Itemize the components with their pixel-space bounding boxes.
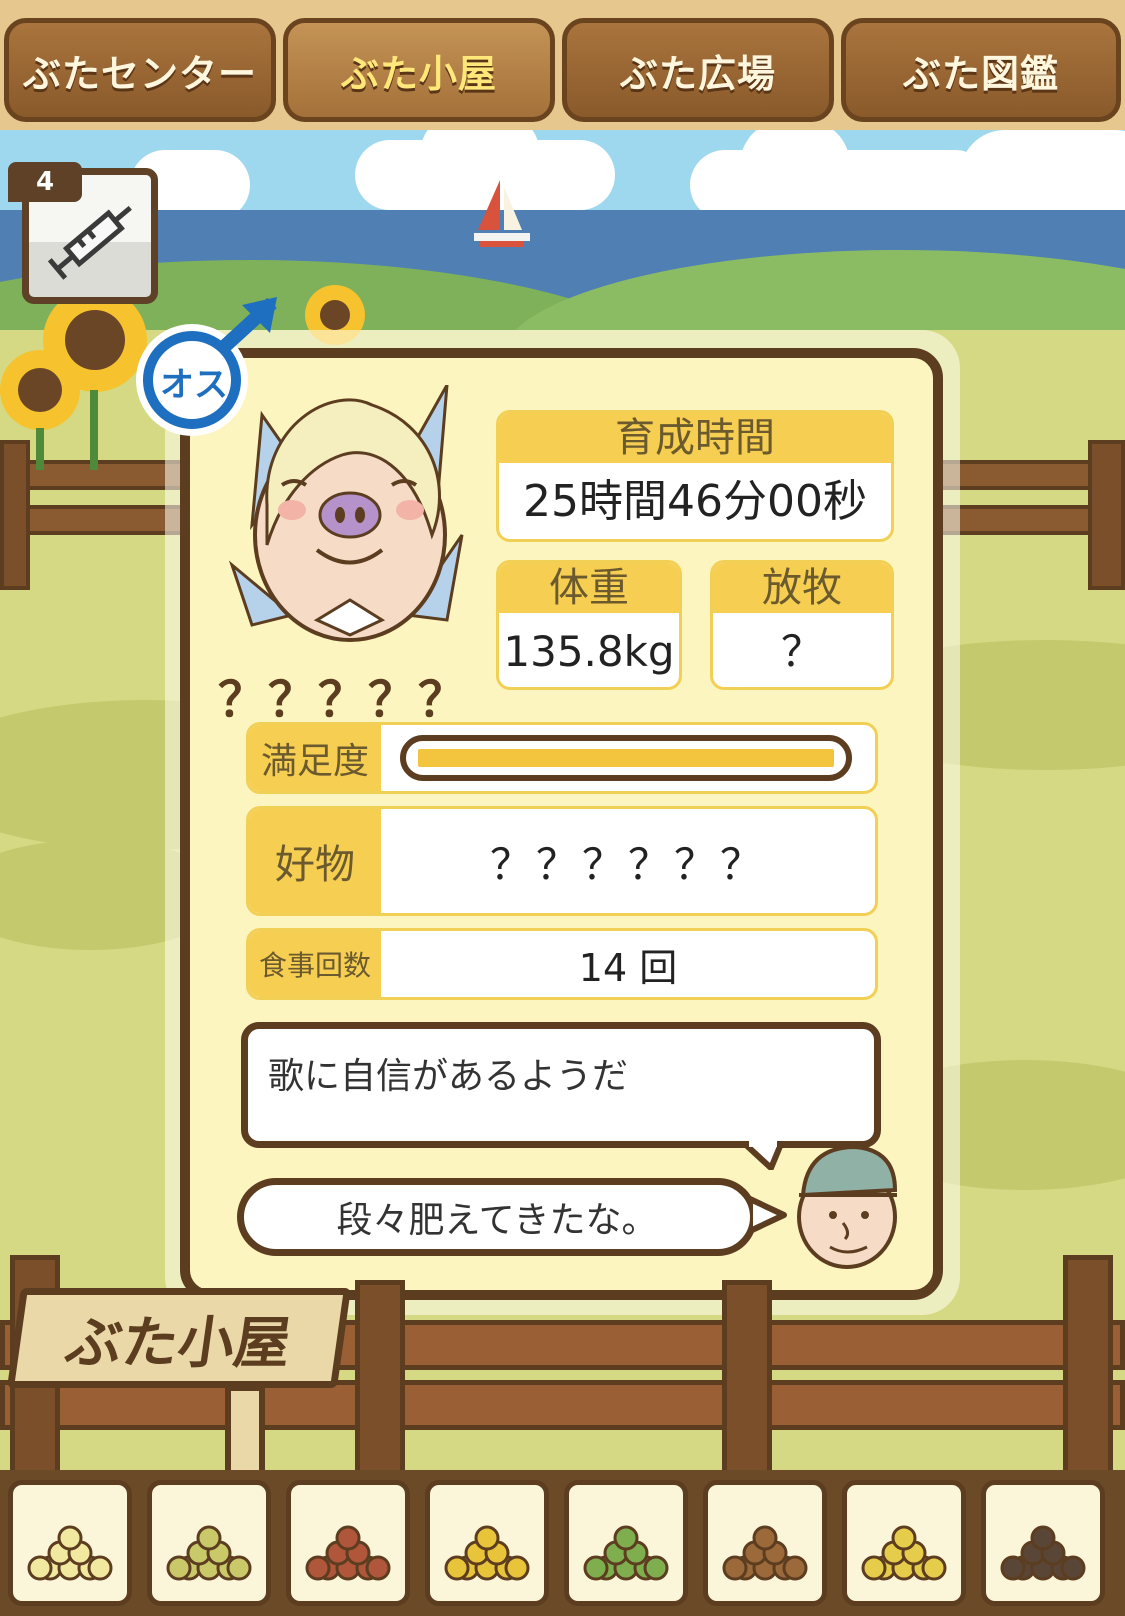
growth-time-label: 育成時間 xyxy=(499,413,891,463)
tab-buta-hut[interactable]: ぶた小屋 xyxy=(283,18,555,122)
food-slot[interactable] xyxy=(147,1480,271,1606)
graze-value: ？ xyxy=(780,627,823,676)
weight-box: 体重 135.8kg xyxy=(496,560,682,690)
food-slot[interactable] xyxy=(425,1480,549,1606)
vegetables-icon xyxy=(583,1525,669,1581)
food-slot[interactable] xyxy=(703,1480,827,1606)
soybeans-icon xyxy=(27,1525,113,1581)
pig-name: ？？？？？ xyxy=(218,672,469,728)
tab-buta-plaza[interactable]: ぶた広場 xyxy=(562,18,834,122)
satisfaction-bar-fill xyxy=(418,749,834,767)
farmer-avatar xyxy=(797,1144,898,1269)
satisfaction-label: 満足度 xyxy=(249,725,381,791)
favorite-value: ？？？？？？ xyxy=(489,839,766,889)
food-slot[interactable] xyxy=(842,1480,966,1606)
corn-icon xyxy=(444,1525,530,1581)
food-slot[interactable] xyxy=(8,1480,132,1606)
truffles-icon xyxy=(1000,1525,1086,1581)
acorns-icon xyxy=(722,1525,808,1581)
weight-value: 135.8kg xyxy=(503,627,675,676)
pig-portrait xyxy=(228,385,464,642)
tab-buta-center[interactable]: ぶたセンター xyxy=(4,18,276,122)
grain-plate-icon xyxy=(861,1525,947,1581)
comment-bubble-tail xyxy=(745,1140,784,1170)
item-count-badge: 4 xyxy=(8,162,82,202)
mixed-beans-icon xyxy=(166,1525,252,1581)
graze-box: 放牧 ？ xyxy=(710,560,894,690)
top-nav: ぶたセンター ぶた小屋 ぶた広場 ぶた図鑑 xyxy=(0,0,1125,130)
growth-time-value: 25時間46分00秒 xyxy=(523,476,867,527)
speech-bubble-tail xyxy=(750,1196,787,1234)
favorite-label: 好物 xyxy=(249,809,381,913)
pig-comment-bubble: 歌に自信があるようだ xyxy=(241,1022,881,1148)
farmer-speech-bubble: 段々肥えてきたな。 xyxy=(237,1178,757,1256)
food-slot[interactable] xyxy=(286,1480,410,1606)
tab-buta-encyclopedia[interactable]: ぶた図鑑 xyxy=(841,18,1121,122)
location-sign-label: ぶた小屋 xyxy=(61,1310,295,1376)
favorite-row: 好物 ？？？？？？ xyxy=(246,806,878,916)
farmer-speech: 段々肥えてきたな。 xyxy=(336,1200,658,1241)
growth-time-box: 育成時間 25時間46分00秒 xyxy=(496,410,894,542)
meals-value: 14 回 xyxy=(578,945,678,990)
sailboat-icon xyxy=(474,180,530,247)
meals-label: 食事回数 xyxy=(249,931,381,997)
location-sign: ぶた小屋 xyxy=(6,1288,352,1388)
food-slot[interactable] xyxy=(564,1480,688,1606)
pig-comment: 歌に自信があるようだ xyxy=(268,1056,629,1097)
graze-label: 放牧 xyxy=(713,563,891,613)
syringe-item-slot[interactable]: 4 xyxy=(8,162,158,304)
meals-row: 食事回数 14 回 xyxy=(246,928,878,1000)
cloud xyxy=(740,120,850,210)
satisfaction-bar xyxy=(400,735,852,781)
food-slot[interactable] xyxy=(981,1480,1105,1606)
sweet-potato-icon xyxy=(305,1525,391,1581)
cloud xyxy=(960,130,1125,220)
weight-label: 体重 xyxy=(499,563,679,613)
